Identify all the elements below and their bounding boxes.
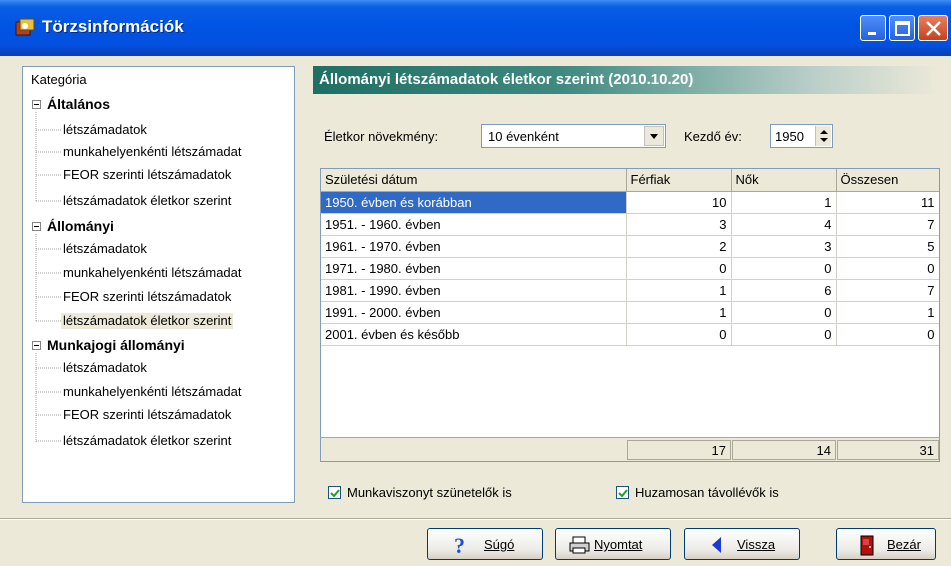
tree-item-eletkor-selected[interactable]: létszámadatok életkor szerint xyxy=(61,313,234,329)
tree-item-eletkor[interactable]: létszámadatok életkor szerint xyxy=(63,193,231,209)
category-tree[interactable]: Kategória Általános létszámadatok munkah… xyxy=(22,66,295,503)
table-row[interactable]: 1951. - 1960. évben 3 4 7 xyxy=(321,213,939,236)
column-header-total[interactable]: Összesen xyxy=(836,169,939,192)
cell-birth[interactable]: 1951. - 1960. évben xyxy=(321,213,627,236)
printer-icon xyxy=(568,535,592,558)
collapse-icon[interactable] xyxy=(32,222,41,231)
data-grid[interactable]: Születési dátum Férfiak Nők Összesen 195… xyxy=(320,168,940,462)
suspended-label[interactable]: Munkaviszonyt szünetelők is xyxy=(347,485,512,500)
tree-item-munkahelyenkenti[interactable]: munkahelyenkénti létszámadat xyxy=(63,265,242,281)
cell-men[interactable]: 10 xyxy=(626,191,732,214)
increment-value: 10 évenként xyxy=(488,129,559,144)
tree-group-altalanos[interactable]: Általános xyxy=(47,96,110,112)
door-icon xyxy=(859,535,875,560)
total-all: 31 xyxy=(837,440,939,460)
tree-item-feor[interactable]: FEOR szerinti létszámadatok xyxy=(63,167,231,183)
start-year-label: Kezdő év: xyxy=(684,129,742,144)
help-icon: ? xyxy=(450,533,472,558)
tree-item-feor[interactable]: FEOR szerinti létszámadatok xyxy=(63,407,231,423)
cell-total[interactable]: 11 xyxy=(836,191,939,214)
cell-total[interactable]: 1 xyxy=(836,301,939,324)
app-icon xyxy=(14,18,36,38)
tree-item-letszamadatok[interactable]: létszámadatok xyxy=(63,241,147,257)
footer-separator xyxy=(0,518,951,520)
close-window-button[interactable] xyxy=(918,15,948,41)
absent-label[interactable]: Huzamosan távollévők is xyxy=(635,485,779,500)
column-header-birth[interactable]: Születési dátum xyxy=(321,169,627,192)
table-row[interactable]: 1981. - 1990. évben 1 6 7 xyxy=(321,279,939,302)
increment-select[interactable]: 10 évenként xyxy=(481,124,666,148)
cell-men[interactable]: 2 xyxy=(626,235,732,258)
title-bar[interactable]: Törzsinformációk xyxy=(0,0,951,56)
cell-total[interactable]: 0 xyxy=(836,323,939,346)
print-label: Nyomtat xyxy=(594,537,643,552)
checkmark-icon xyxy=(330,489,340,498)
tree-group-munkajogi[interactable]: Munkajogi állományi xyxy=(47,337,185,353)
table-row[interactable]: 1971. - 1980. évben 0 0 0 xyxy=(321,257,939,280)
chevron-down-icon[interactable] xyxy=(644,126,664,146)
suspended-checkbox[interactable] xyxy=(328,486,341,499)
cell-birth[interactable]: 1981. - 1990. évben xyxy=(321,279,627,302)
column-header-men[interactable]: Férfiak xyxy=(626,169,732,192)
collapse-icon[interactable] xyxy=(32,341,41,350)
tree-item-letszamadatok[interactable]: létszámadatok xyxy=(63,360,147,376)
table-row[interactable]: 1961. - 1970. évben 2 3 5 xyxy=(321,235,939,258)
back-arrow-icon xyxy=(709,535,725,558)
table-row[interactable]: 2001. évben és később 0 0 0 xyxy=(321,323,939,346)
cell-women[interactable]: 1 xyxy=(731,191,837,214)
totals-row: 17 14 31 xyxy=(320,437,940,462)
window-title: Törzsinformációk xyxy=(42,17,184,36)
collapse-icon[interactable] xyxy=(32,100,41,109)
cell-men[interactable]: 1 xyxy=(626,279,732,302)
cell-birth[interactable]: 2001. évben és később xyxy=(321,323,627,346)
cell-women[interactable]: 4 xyxy=(731,213,837,236)
tree-item-munkahelyenkenti[interactable]: munkahelyenkénti létszámadat xyxy=(63,144,242,160)
table-row[interactable]: 1991. - 2000. évben 1 0 1 xyxy=(321,301,939,324)
cell-men[interactable]: 3 xyxy=(626,213,732,236)
total-men: 17 xyxy=(627,440,731,460)
total-women: 14 xyxy=(732,440,836,460)
minimize-button[interactable] xyxy=(860,15,886,41)
start-year-value: 1950 xyxy=(775,129,804,144)
tree-group-allomanyi[interactable]: Állományi xyxy=(47,218,114,234)
column-header-women[interactable]: Nők xyxy=(731,169,837,192)
close-label: Bezár xyxy=(887,537,921,552)
help-label: Súgó xyxy=(484,537,515,552)
absent-checkbox[interactable] xyxy=(616,486,629,499)
cell-women[interactable]: 0 xyxy=(731,257,837,280)
cell-women[interactable]: 6 xyxy=(731,279,837,302)
cell-men[interactable]: 0 xyxy=(626,257,732,280)
print-button[interactable]: Nyomtat xyxy=(555,528,671,560)
start-year-input[interactable]: 1950 xyxy=(770,124,833,148)
cell-birth[interactable]: 1950. évben és korábban xyxy=(321,191,627,214)
tree-item-feor[interactable]: FEOR szerinti létszámadatok xyxy=(63,289,231,305)
tree-item-letszamadatok[interactable]: létszámadatok xyxy=(63,122,147,138)
back-button[interactable]: Vissza xyxy=(684,528,800,560)
cell-women[interactable]: 0 xyxy=(731,323,837,346)
close-button[interactable]: Bezár xyxy=(836,528,936,560)
spin-buttons[interactable] xyxy=(815,126,831,146)
table-row[interactable]: 1950. évben és korábban 10 1 11 xyxy=(321,191,939,214)
cell-birth[interactable]: 1971. - 1980. évben xyxy=(321,257,627,280)
cell-men[interactable]: 0 xyxy=(626,323,732,346)
tree-item-eletkor[interactable]: létszámadatok életkor szerint xyxy=(63,433,231,449)
cell-total[interactable]: 7 xyxy=(836,213,939,236)
back-label: Vissza xyxy=(737,537,776,552)
cell-total[interactable]: 0 xyxy=(836,257,939,280)
cell-total[interactable]: 7 xyxy=(836,279,939,302)
cell-total[interactable]: 5 xyxy=(836,235,939,258)
help-button[interactable]: ? Súgó xyxy=(427,528,543,560)
maximize-button[interactable] xyxy=(889,15,915,41)
cell-women[interactable]: 0 xyxy=(731,301,837,324)
cell-men[interactable]: 1 xyxy=(626,301,732,324)
increment-label: Életkor növekmény: xyxy=(324,129,439,144)
checkmark-icon xyxy=(618,489,628,498)
cell-birth[interactable]: 1961. - 1970. évben xyxy=(321,235,627,258)
cell-women[interactable]: 3 xyxy=(731,235,837,258)
svg-text:?: ? xyxy=(454,535,465,555)
cell-birth[interactable]: 1991. - 2000. évben xyxy=(321,301,627,324)
tree-item-munkahelyenkenti[interactable]: munkahelyenkénti létszámadat xyxy=(63,384,242,400)
section-title: Állományi létszámadatok életkor szerint … xyxy=(313,66,938,94)
